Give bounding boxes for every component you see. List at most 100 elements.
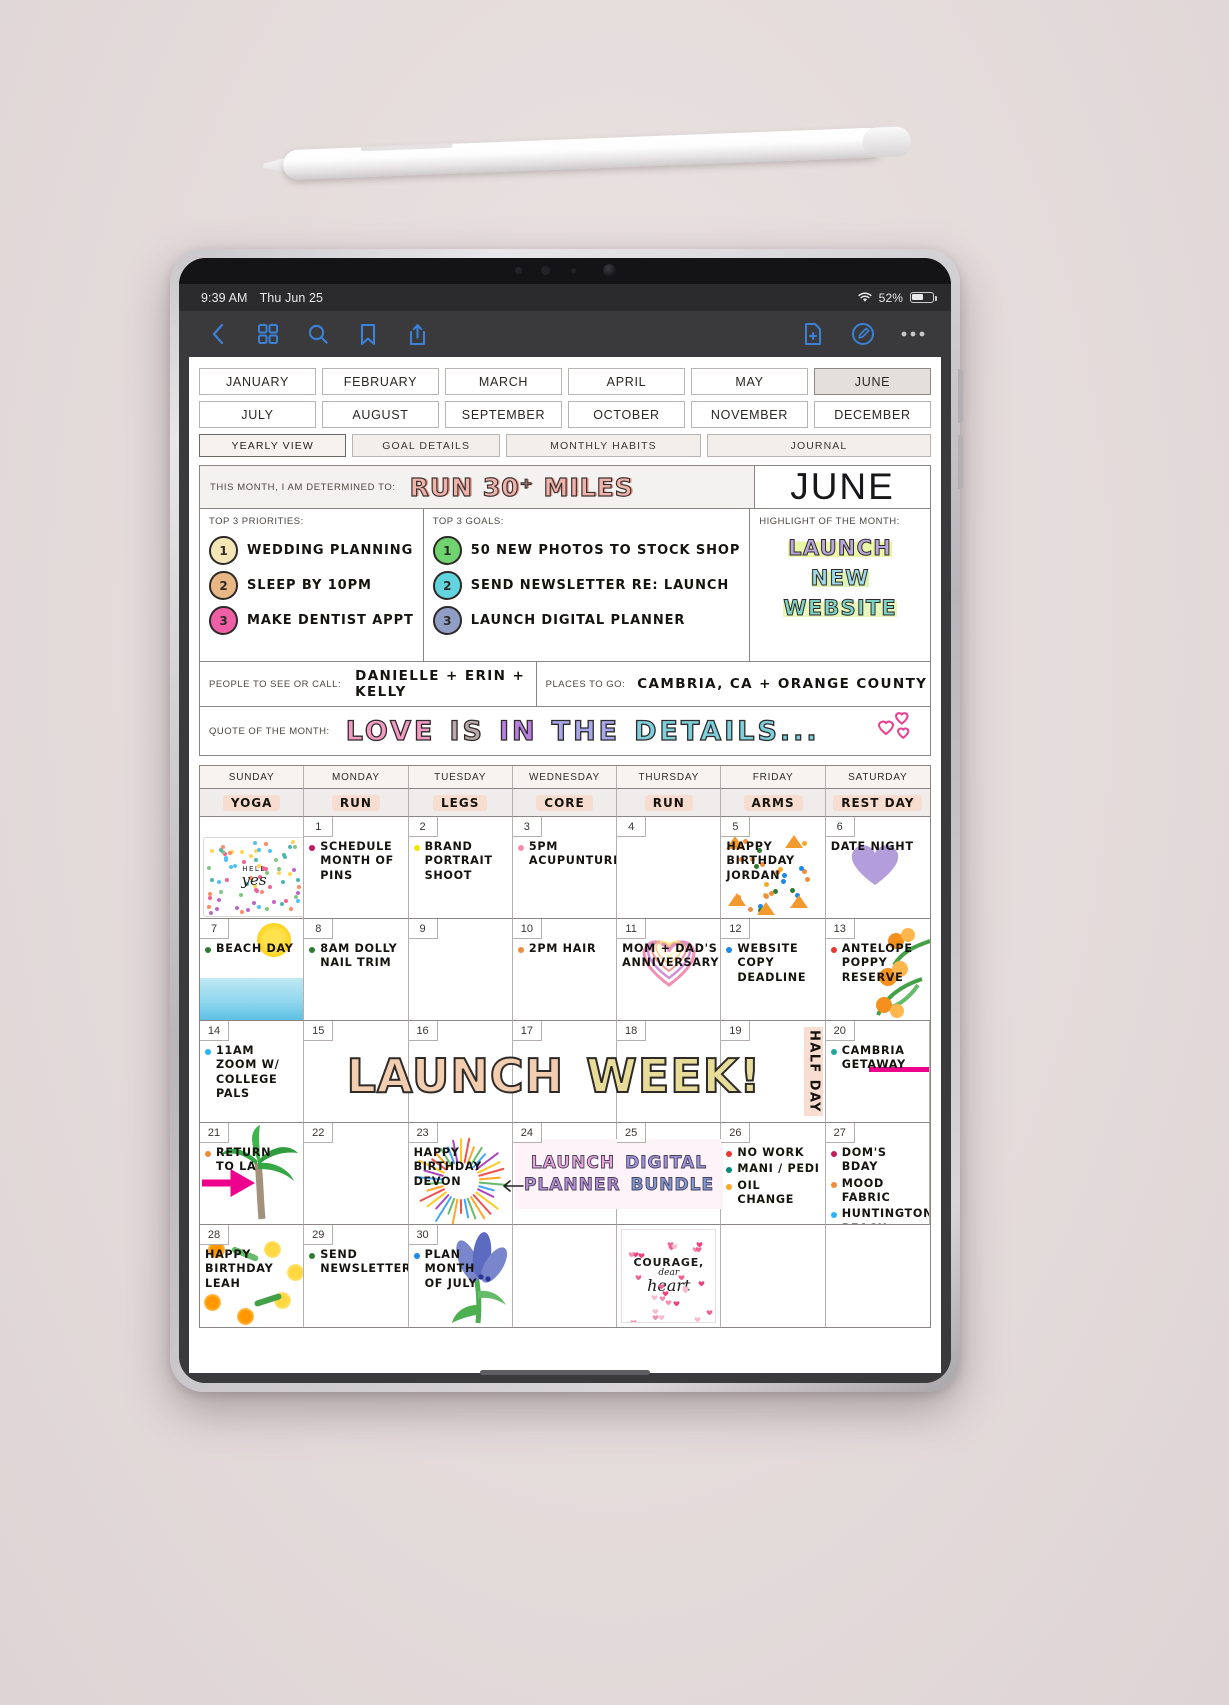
- calendar-event[interactable]: 2PM HAIR: [513, 942, 616, 956]
- list-item[interactable]: 3 LAUNCH DIGITAL PLANNER: [433, 606, 741, 635]
- calendar-day-cell[interactable]: [826, 1225, 930, 1327]
- month-tab-june[interactable]: JUNE: [814, 368, 931, 395]
- calendar-event[interactable]: HAPPY BIRTHDAY JORDAN: [721, 840, 824, 883]
- calendar-day-cell[interactable]: 14 11AM ZOOM W/ COLLEGE PALS: [200, 1021, 304, 1123]
- calendar-day-cell[interactable]: 3 5PM ACUPUNTURE: [513, 817, 617, 919]
- calendar-event[interactable]: MANI / PEDI: [721, 1162, 824, 1176]
- bookmark-icon[interactable]: [355, 322, 380, 347]
- calendar-day-cell[interactable]: [721, 1225, 825, 1327]
- places-value[interactable]: CAMBRIA, CA + ORANGE COUNTY: [637, 676, 927, 692]
- add-page-button[interactable]: [800, 322, 825, 347]
- calendar-event[interactable]: DATE NIGHT: [826, 840, 930, 854]
- calendar-event[interactable]: SCHEDULE MONTH OF PINS: [304, 840, 407, 883]
- calendar-event[interactable]: HAPPY BIRTHDAY DEVON: [409, 1146, 512, 1189]
- calendar-event[interactable]: HUNTINGTON BEACH: [826, 1207, 929, 1225]
- habit-cell[interactable]: RUN: [617, 789, 721, 817]
- month-tab-january[interactable]: JANUARY: [199, 368, 316, 395]
- calendar-event[interactable]: OIL CHANGE: [721, 1179, 824, 1208]
- people-value[interactable]: DANIELLE + ERIN + KELLY: [355, 668, 536, 700]
- habit-cell[interactable]: YOGA: [200, 789, 304, 817]
- calendar-event[interactable]: 11AM ZOOM W/ COLLEGE PALS: [200, 1044, 303, 1101]
- calendar-day-cell[interactable]: 11 MOM + DAD'S ANNIVERSARY: [617, 919, 721, 1021]
- list-item[interactable]: 2 SEND NEWSLETTER RE: LAUNCH: [433, 571, 741, 600]
- quote-value[interactable]: LOVE IS IN THE DETAILS...: [346, 716, 820, 747]
- grid-icon[interactable]: [255, 322, 280, 347]
- highlight-line[interactable]: WEBSITE: [783, 596, 897, 620]
- list-item[interactable]: 3 MAKE DENTIST APPT: [209, 606, 414, 635]
- home-indicator[interactable]: [480, 1370, 650, 1375]
- list-item[interactable]: 1 WEDDING PLANNING: [209, 536, 414, 565]
- calendar-day-cell[interactable]: [513, 1225, 617, 1327]
- determined-value[interactable]: RUN 30⁺ MILES: [410, 473, 634, 502]
- calendar-day-cell[interactable]: 29 SEND NEWSLETTER: [304, 1225, 408, 1327]
- calendar-day-cell[interactable]: 6 DATE NIGHT: [826, 817, 930, 919]
- month-tab-september[interactable]: SEPTEMBER: [445, 401, 562, 428]
- month-tab-november[interactable]: NOVEMBER: [691, 401, 808, 428]
- calendar-day-cell[interactable]: 5 HAPPY BIRTHDAY JORDAN: [721, 817, 825, 919]
- habit-cell[interactable]: ARMS: [721, 789, 825, 817]
- view-tab-monthly-habits[interactable]: MONTHLY HABITS: [506, 434, 701, 457]
- calendar-event[interactable]: BRAND PORTRAIT SHOOT: [409, 840, 512, 883]
- calendar-event[interactable]: BEACH DAY: [200, 942, 303, 956]
- calendar-event[interactable]: PLAN MONTH OF JULY: [409, 1248, 512, 1291]
- calendar-event[interactable]: CAMBRIA GETAWAY: [826, 1044, 929, 1073]
- month-tab-july[interactable]: JULY: [199, 401, 316, 428]
- calendar-event[interactable]: ANTELOPE POPPY RESERVE: [826, 942, 930, 985]
- calendar-event[interactable]: 8AM DOLLY NAIL TRIM: [304, 942, 407, 971]
- habit-cell[interactable]: LEGS: [409, 789, 513, 817]
- habit-cell[interactable]: RUN: [304, 789, 408, 817]
- list-item[interactable]: 1 50 NEW PHOTOS TO STOCK SHOP: [433, 536, 741, 565]
- calendar-day-cell[interactable]: 8 8AM DOLLY NAIL TRIM: [304, 919, 408, 1021]
- volume-up-button[interactable]: [958, 369, 963, 423]
- calendar-event[interactable]: HAPPY BIRTHDAY LEAH: [200, 1248, 303, 1291]
- calendar-day-cell[interactable]: 12 WEBSITE COPY DEADLINE: [721, 919, 825, 1021]
- calendar-day-cell[interactable]: 27 DOM'S BDAYMOOD FABRIC HUNTINGTON BEACH: [826, 1123, 930, 1225]
- habit-cell[interactable]: CORE: [513, 789, 617, 817]
- month-tab-december[interactable]: DECEMBER: [814, 401, 931, 428]
- ellipsis-icon[interactable]: [900, 322, 925, 347]
- list-item[interactable]: 2 SLEEP BY 10PM: [209, 571, 414, 600]
- month-tab-march[interactable]: MARCH: [445, 368, 562, 395]
- view-tab-journal[interactable]: JOURNAL: [707, 434, 931, 457]
- calendar-event[interactable]: DOM'S BDAY: [826, 1146, 929, 1175]
- search-icon[interactable]: [305, 322, 330, 347]
- calendar-event[interactable]: WEBSITE COPY DEADLINE: [721, 942, 824, 985]
- calendar-day-cell[interactable]: 1 SCHEDULE MONTH OF PINS: [304, 817, 408, 919]
- month-tab-april[interactable]: APRIL: [568, 368, 685, 395]
- calendar-day-cell[interactable]: 10 2PM HAIR: [513, 919, 617, 1021]
- highlight-line[interactable]: LAUNCH: [788, 536, 892, 560]
- calendar-event[interactable]: MOOD FABRIC: [826, 1177, 929, 1206]
- calendar-day-cell[interactable]: 2 BRAND PORTRAIT SHOOT: [409, 817, 513, 919]
- month-tab-may[interactable]: MAY: [691, 368, 808, 395]
- month-tab-october[interactable]: OCTOBER: [568, 401, 685, 428]
- calendar-day-cell[interactable]: 13 ANTELOPE POPPY RESERVE: [826, 919, 930, 1021]
- volume-down-button[interactable]: [958, 435, 963, 489]
- calendar-event[interactable]: SEND NEWSLETTER: [304, 1248, 407, 1277]
- calendar-day-cell[interactable]: 7 BEACH DAY: [200, 919, 304, 1021]
- calendar-event[interactable]: RETURN TO LA: [200, 1146, 303, 1175]
- view-tab-goal-details[interactable]: GOAL DETAILS: [352, 434, 499, 457]
- view-tab-yearly-view[interactable]: YEARLY VIEW: [199, 434, 346, 457]
- markup-pen-icon[interactable]: [850, 322, 875, 347]
- habit-cell[interactable]: REST DAY: [826, 789, 930, 817]
- month-tab-february[interactable]: FEBRUARY: [322, 368, 439, 395]
- calendar-day-cell[interactable]: 9: [409, 919, 513, 1021]
- calendar-day-cell[interactable]: 26 NO WORK MANI / PEDI OIL CHANGE: [721, 1123, 825, 1225]
- calendar-day-cell[interactable]: 28 HAPPY BIRTHDAY LEAH: [200, 1225, 304, 1327]
- calendar-day-cell[interactable]: 20 CAMBRIA GETAWAY: [826, 1021, 930, 1123]
- calendar-day-cell[interactable]: COURAGE, dear heart: [617, 1225, 721, 1327]
- calendar-event[interactable]: NO WORK: [721, 1146, 824, 1160]
- share-icon[interactable]: [405, 322, 430, 347]
- calendar-event[interactable]: MOM + DAD'S ANNIVERSARY: [617, 942, 720, 971]
- calendar-day-cell[interactable]: 22: [304, 1123, 408, 1225]
- calendar-day-cell[interactable]: 30 PLAN MONTH OF JULY: [409, 1225, 513, 1327]
- month-tab-august[interactable]: AUGUST: [322, 401, 439, 428]
- calendar-event[interactable]: 5PM ACUPUNTURE: [513, 840, 616, 869]
- back-button[interactable]: [205, 322, 230, 347]
- calendar-day-cell[interactable]: HELL yes: [200, 817, 304, 919]
- calendar-day-cell[interactable]: 21 RETURN TO LA: [200, 1123, 304, 1225]
- calendar-day-cell[interactable]: 4: [617, 817, 721, 919]
- weekday-header: THURSDAY: [617, 766, 721, 789]
- highlight-line[interactable]: NEW: [811, 566, 870, 590]
- calendar-day-cell[interactable]: 23 HAPPY BIRTHDAY DEVON: [409, 1123, 513, 1225]
